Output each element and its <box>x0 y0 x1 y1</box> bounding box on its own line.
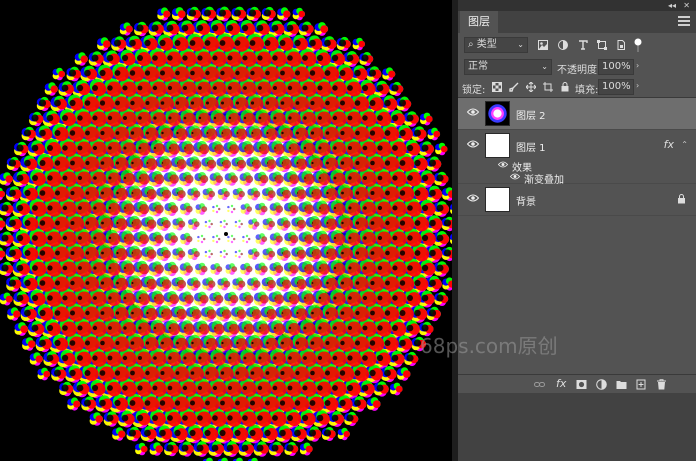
visibility-eye-icon[interactable] <box>498 161 508 168</box>
effect-item-row[interactable]: 渐变叠加 <box>458 170 696 186</box>
fx-badge[interactable]: fx <box>664 138 674 151</box>
layer-name: 图层 2 <box>516 111 546 122</box>
visibility-eye-icon[interactable] <box>467 140 479 148</box>
adjustment-layer-icon[interactable] <box>596 379 607 390</box>
link-layers-icon[interactable] <box>534 379 545 390</box>
filter-kind-select[interactable]: ⌕ 类型 ⌄ <box>464 37 528 53</box>
visibility-eye-icon[interactable] <box>467 194 479 202</box>
close-icon[interactable]: ✕ <box>683 0 690 11</box>
adjustment-filter-icon[interactable] <box>558 40 568 50</box>
blend-row: 正常 ⌄ 不透明度: 100% › <box>458 57 696 77</box>
chevron-up-icon[interactable]: ⌃ <box>681 140 688 149</box>
chevron-down-icon: ⌄ <box>541 62 548 71</box>
new-layer-icon[interactable] <box>636 379 647 390</box>
delete-layer-icon[interactable] <box>656 379 667 390</box>
search-icon: ⌕ <box>468 39 477 50</box>
lock-transparent-icon[interactable] <box>492 82 502 92</box>
opacity-chevron-icon[interactable]: › <box>636 61 639 70</box>
lock-position-icon[interactable] <box>526 82 536 92</box>
fill-label: 填充: <box>575 85 599 96</box>
fill-field[interactable]: 100% <box>598 79 634 95</box>
shape-filter-icon[interactable] <box>597 40 607 50</box>
layers-list: 图层 2 图层 1 fx ⌃ 效果 渐变叠加 背景 <box>458 97 696 218</box>
filter-row: ⌕ 类型 ⌄ <box>458 33 696 57</box>
watermark-text: 68ps.com原创 <box>420 334 558 358</box>
lock-all-icon[interactable] <box>560 82 570 92</box>
opacity-field[interactable]: 100% <box>598 59 634 75</box>
filter-kind-value: 类型 <box>476 39 497 50</box>
halftone-thumbnail <box>485 101 510 126</box>
new-group-icon[interactable] <box>616 379 627 390</box>
panel-lower-area <box>458 393 696 461</box>
type-filter-icon[interactable] <box>578 40 588 50</box>
image-filter-icon[interactable] <box>538 40 548 50</box>
document-canvas[interactable] <box>0 0 452 461</box>
add-mask-icon[interactable] <box>576 379 587 390</box>
collapse-panels-icon[interactable]: ◂◂ <box>668 0 676 11</box>
lock-icon[interactable] <box>677 194 686 204</box>
smart-object-filter-icon[interactable] <box>616 40 626 50</box>
lock-artboard-icon[interactable] <box>543 82 553 92</box>
layer-row-2[interactable]: 图层 2 <box>458 98 696 130</box>
lock-label: 锁定: <box>462 85 486 96</box>
visibility-eye-icon[interactable] <box>510 173 520 180</box>
blend-mode-select[interactable]: 正常 ⌄ <box>464 59 552 75</box>
tab-layers[interactable]: 图层 <box>460 11 498 33</box>
opacity-label: 不透明度: <box>557 65 601 76</box>
layer-name: 背景 <box>516 197 536 208</box>
layer-name: 图层 1 <box>516 143 546 154</box>
blend-mode-value: 正常 <box>468 61 488 72</box>
panel-menu-icon[interactable] <box>678 16 690 26</box>
layer-row-1[interactable]: 图层 1 fx ⌃ 效果 渐变叠加 <box>458 130 696 186</box>
layer-row-background[interactable]: 背景 <box>458 184 696 216</box>
filter-toggle-icon[interactable] <box>634 38 642 52</box>
fill-chevron-icon[interactable]: › <box>636 81 639 90</box>
visibility-eye-icon[interactable] <box>467 108 479 116</box>
layers-panel: ◂◂ ✕ 图层 ⌕ 类型 ⌄ 正常 ⌄ 不透明度: 100% › 锁定: 填充: <box>458 0 696 461</box>
layer-thumbnail <box>485 187 510 212</box>
chevron-down-icon: ⌄ <box>517 40 524 49</box>
lock-row: 锁定: 填充: 100% › <box>458 77 696 97</box>
fx-icon[interactable]: fx <box>556 377 570 390</box>
panel-tab-row: 图层 <box>458 11 696 33</box>
halftone-artwork <box>0 6 452 461</box>
lock-image-icon[interactable] <box>509 82 519 92</box>
panel-bottom-bar: fx <box>458 374 696 393</box>
layer-thumbnail <box>485 133 510 158</box>
panel-header-strip: ◂◂ ✕ <box>458 0 696 11</box>
